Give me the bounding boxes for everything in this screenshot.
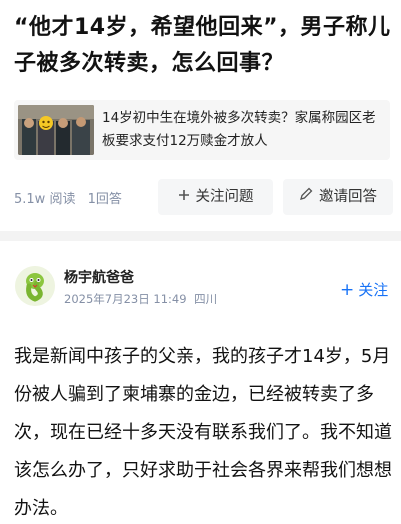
pencil-icon <box>299 179 313 215</box>
follow-author-button[interactable]: + 关注 <box>340 279 388 300</box>
invite-answer-button[interactable]: 邀请回答 <box>283 179 393 215</box>
follow-author-label: 关注 <box>358 281 389 299</box>
answer-date: 2025年7月23日 11:49 <box>64 292 187 306</box>
answer-count[interactable]: 1回答 <box>88 192 122 207</box>
question-title[interactable]: “他才14岁，希望他回来”，男子称儿子被多次转卖，怎么回事？ <box>14 10 394 82</box>
follow-question-label: 关注问题 <box>195 189 254 205</box>
invite-answer-label: 邀请回答 <box>319 189 377 205</box>
plus-icon <box>178 179 190 215</box>
author-name[interactable]: 杨宇航爸爸 <box>64 267 134 287</box>
view-count: 5.1w 阅读 <box>14 192 76 207</box>
follow-question-button[interactable]: 关注问题 <box>158 179 273 215</box>
news-card[interactable]: 14岁初中生在境外被多次转卖？家属称园区老板要求支付12万赎金才放人 <box>14 100 390 160</box>
section-divider <box>0 231 401 241</box>
news-card-text: 14岁初中生在境外被多次转卖？家属称园区老板要求支付12万赎金才放人 <box>102 110 376 149</box>
answer-meta: 2025年7月23日 11:49 四川 <box>64 291 221 307</box>
plus-icon: + <box>340 280 355 300</box>
author-avatar[interactable] <box>15 266 55 306</box>
answer-location: 四川 <box>194 292 218 306</box>
answer-body[interactable]: 我是新闻中孩子的父亲，我的孩子才14岁，5月份被人骗到了柬埔寨的金边，已经被转卖… <box>14 338 394 524</box>
news-thumbnail <box>18 105 94 155</box>
question-stats: 5.1w 阅读 1回答 <box>14 188 130 207</box>
